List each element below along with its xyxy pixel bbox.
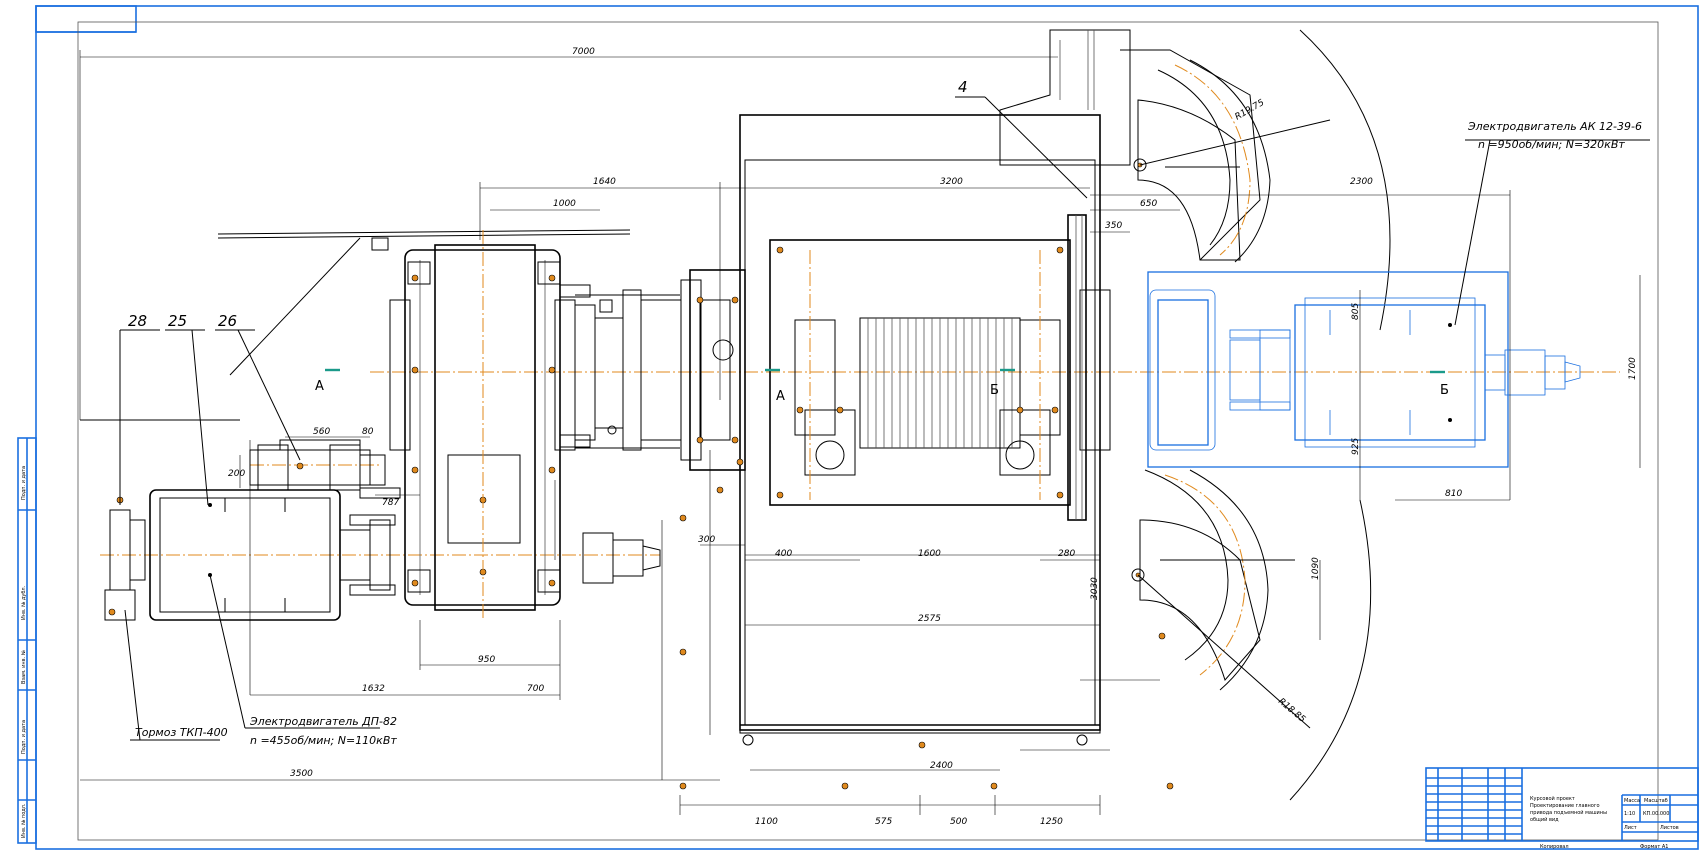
callout-25: 25 <box>168 312 187 330</box>
section-marks: А А Б Б <box>315 368 1449 404</box>
dim-1090: 1090 <box>1311 557 1321 580</box>
drawing-code: КП.00.000 <box>1643 811 1669 817</box>
dim-7000-text: 7000 <box>572 47 595 57</box>
gearbox <box>389 230 576 620</box>
dim-400: 400 <box>775 549 792 559</box>
dim-925: 925 <box>1351 438 1361 455</box>
dim-1100: 1100 <box>755 817 778 827</box>
format-label: Формат А1 <box>1640 844 1668 850</box>
dim-500: 500 <box>950 817 967 827</box>
upper-structure <box>999 29 1261 261</box>
dim-200: 200 <box>228 469 245 479</box>
dim-1000: 1000 <box>553 199 576 209</box>
dim-1600: 1600 <box>918 549 941 559</box>
dim-810: 810 <box>1445 489 1462 499</box>
callout-4: 4 <box>958 78 968 96</box>
sheets-label: Листов <box>1660 825 1679 831</box>
dim-1632: 1632 <box>362 684 385 694</box>
side-label-1: Подп. и дата <box>21 466 27 500</box>
dim-1640: 1640 <box>593 177 616 187</box>
callout-26: 26 <box>218 312 237 330</box>
side-labels: Подп. и дата Инв. № дубл. Взам. инв. № П… <box>21 466 27 838</box>
brake-label: Тормоз ТКП-400 <box>135 726 228 739</box>
left-bearing-stand <box>689 269 746 471</box>
callout-28: 28 <box>128 312 147 330</box>
scale-label: Масса <box>1624 798 1640 804</box>
dim-80: 80 <box>362 427 374 437</box>
dim-3030: 3030 <box>1090 577 1100 600</box>
dim-3200: 3200 <box>940 177 963 187</box>
dim-2300: 2300 <box>1350 177 1373 187</box>
main-motor-assembly <box>1147 271 1581 468</box>
mass-value: 1:10 <box>1624 811 1635 817</box>
dim-575: 575 <box>875 817 892 827</box>
dim-1700: 1700 <box>1628 357 1638 380</box>
brake-disc <box>1067 214 1111 521</box>
dim-787: 787 <box>382 498 399 508</box>
aux-motor-spec: n =455об/мин; N=110кВт <box>250 734 397 747</box>
section-b-left: Б <box>990 383 999 398</box>
section-b-right: Б <box>1440 383 1449 398</box>
title-line-2: Проектирование главного <box>1530 803 1600 809</box>
main-motor-name: Электродвигатель АК 12-39-6 <box>1467 120 1642 133</box>
scale-caption: Масштаб <box>1644 798 1668 804</box>
lower-sheave <box>1131 469 1311 729</box>
dim-700: 700 <box>527 684 544 694</box>
dim-560: 560 <box>313 427 330 437</box>
drawing-sheet: Подп. и дата Инв. № дубл. Взам. инв. № П… <box>0 0 1704 861</box>
dim-2575: 2575 <box>918 614 941 624</box>
title-line-4: общий вид <box>1530 816 1559 823</box>
dim-1250: 1250 <box>1040 817 1063 827</box>
side-label-2: Инв. № дубл. <box>21 585 27 620</box>
dim-radius-bottom: R18.85 <box>1276 697 1307 725</box>
dim-805: 805 <box>1351 303 1361 320</box>
dim-2400: 2400 <box>930 761 953 771</box>
side-label-3: Взам. инв. № <box>21 649 27 684</box>
section-a-left: А <box>315 379 324 394</box>
side-label-5: Инв. № подл. <box>21 803 27 838</box>
copied-label: Копировал <box>1540 844 1569 850</box>
dim-radius-top: R19.75 <box>1234 98 1267 123</box>
aux-motor-name: Электродвигатель ДП-82 <box>249 715 397 728</box>
dim-300: 300 <box>698 535 715 545</box>
side-label-4: Подп. и дата <box>21 720 27 754</box>
callout-leaders <box>119 96 1650 741</box>
title-line-1: Курсовой проект <box>1530 795 1575 802</box>
sheet-label: Лист <box>1624 825 1637 831</box>
title-block: Курсовой проект Проектирование главного … <box>1425 767 1699 850</box>
dim-350: 350 <box>1105 221 1122 231</box>
dimension-texts: 1640 1000 3200 2300 650 350 560 80 200 7… <box>228 98 1638 827</box>
section-a-right: А <box>776 389 785 404</box>
radius-arc-top <box>1299 29 1391 331</box>
support-beam <box>80 229 631 421</box>
dim-3500: 3500 <box>290 769 313 779</box>
machine-frame <box>739 114 1101 734</box>
main-motor-spec: n =950об/мин; N=320кВт <box>1478 138 1625 151</box>
upper-sheave <box>1133 59 1331 263</box>
title-line-3: привода подъемной машины <box>1530 809 1607 816</box>
output-coupling <box>559 279 702 584</box>
dim-650: 650 <box>1140 199 1157 209</box>
radius-arc-bottom <box>1289 499 1372 801</box>
foundation-bolts <box>679 458 1174 790</box>
dim-950: 950 <box>478 655 495 665</box>
assembly-drawing: Подп. и дата Инв. № дубл. Взам. инв. № П… <box>17 5 1699 850</box>
dim-280: 280 <box>1058 549 1075 559</box>
